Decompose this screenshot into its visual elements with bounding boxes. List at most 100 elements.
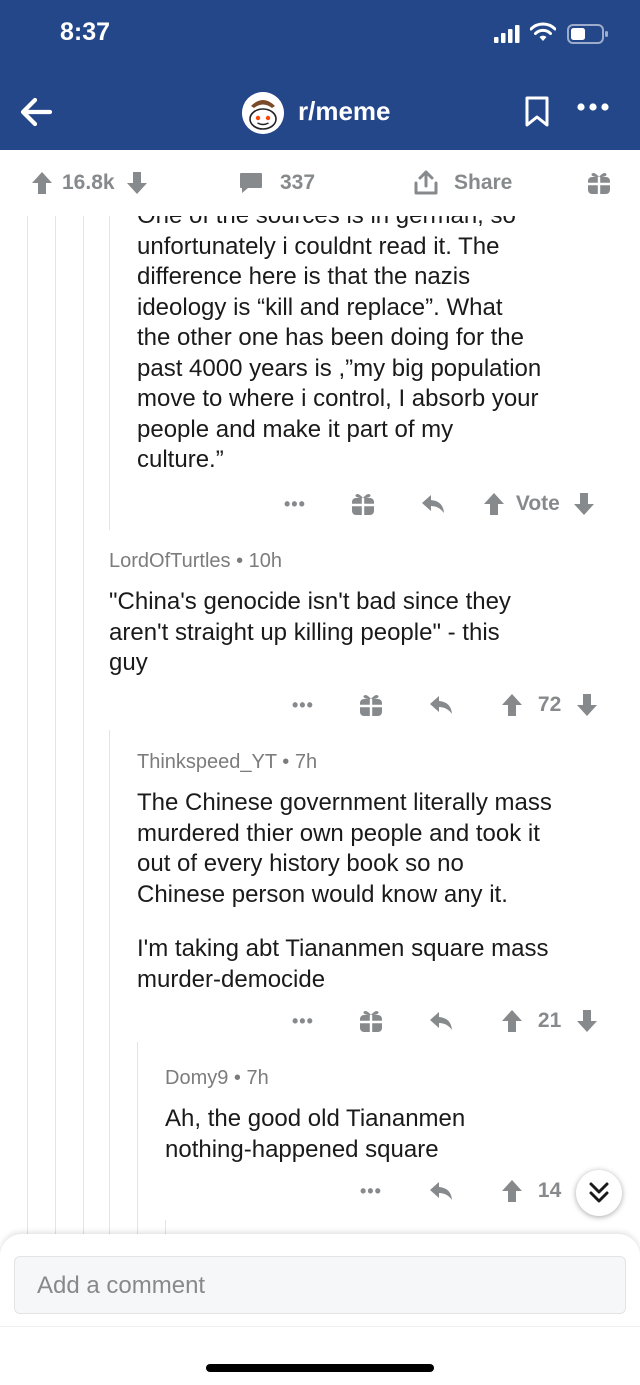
add-comment-placeholder: Add a comment	[37, 1272, 206, 1299]
cellular-signal-icon	[494, 25, 520, 43]
gift-icon[interactable]	[350, 491, 376, 517]
comment-body: Ah, the good old Tiananmen nothing-happe…	[165, 1104, 625, 1165]
comment-line: unfortunately i couldnt read it. The	[137, 232, 500, 260]
comment-age: 7h	[294, 751, 318, 773]
award-button[interactable]	[586, 150, 612, 216]
arrow-up-icon[interactable]	[500, 692, 524, 718]
comment-line: move to where i control, I absorb your	[137, 385, 539, 412]
share-label: Share	[454, 171, 513, 194]
reply-icon[interactable]	[428, 694, 454, 716]
gift-icon	[588, 173, 610, 194]
thread-line[interactable]	[109, 216, 110, 530]
comment-age: 7h	[246, 1067, 269, 1089]
arrow-down-icon[interactable]	[572, 491, 596, 517]
comment-line: the other one has been doing for the	[137, 324, 524, 351]
meta-separator: •	[233, 1067, 247, 1089]
header: 8:37 r/meme	[0, 0, 640, 150]
comment-actions: ••• 72	[292, 685, 612, 725]
comment-line: murder-democide	[137, 965, 326, 993]
comment-author[interactable]: Thinkspeed_YT	[137, 751, 277, 773]
comment-composer: Add a comment	[0, 1234, 640, 1385]
divider	[0, 1326, 640, 1327]
thread-line[interactable]	[27, 216, 28, 1236]
comment-line: The Chinese government literally mass	[137, 789, 552, 816]
arrow-up-icon[interactable]	[500, 1178, 524, 1204]
reply-icon[interactable]	[428, 1010, 454, 1032]
comment-more-button[interactable]: •••	[284, 494, 306, 515]
post-action-bar: 16.8k 337 Share	[0, 150, 640, 216]
comment-line: past 4000 years is ,”my big population	[137, 354, 542, 382]
status-bar: 8:37	[0, 0, 640, 70]
speech-bubble-icon	[240, 173, 262, 193]
comment-line: people and make it part of my	[137, 415, 454, 443]
battery-icon	[567, 24, 608, 44]
thread-line[interactable]	[83, 216, 84, 1236]
comments-button[interactable]: 337	[238, 150, 315, 216]
comment-line: murdered thier own people and took it	[137, 819, 540, 847]
subreddit-avatar-icon	[242, 92, 284, 134]
comment-score: 21	[537, 1009, 562, 1032]
comment-body: The Chinese government literally mass mu…	[137, 788, 627, 995]
comment-score: 72	[537, 693, 562, 716]
comment-line: Chinese person would know any it.	[137, 880, 508, 908]
bookmark-icon[interactable]	[524, 96, 550, 128]
comment-score: Vote	[515, 492, 560, 515]
arrow-up-icon[interactable]	[482, 491, 506, 517]
arrow-up-icon[interactable]	[500, 1008, 524, 1034]
reply-icon[interactable]	[420, 493, 446, 515]
arrow-down-icon[interactable]	[125, 170, 149, 196]
comment-more-button[interactable]: •••	[360, 1181, 382, 1202]
comment-line: nothing-happened square	[165, 1135, 439, 1163]
thread-line[interactable]	[55, 216, 56, 1236]
comment-actions: ••• 21	[292, 1001, 612, 1041]
more-dots-icon[interactable]	[576, 102, 610, 112]
comment-line: culture.”	[137, 446, 224, 473]
post-score: 16.8k	[62, 171, 115, 194]
thread-line[interactable]	[137, 1042, 138, 1236]
comment-line: out of every history book so no	[137, 850, 464, 877]
comment-actions: ••• 14	[360, 1171, 580, 1211]
status-time: 8:37	[60, 18, 111, 46]
reply-icon[interactable]	[428, 1180, 454, 1202]
comment-count: 337	[280, 171, 316, 194]
home-indicator[interactable]	[206, 1364, 434, 1372]
subreddit-avatar[interactable]	[242, 92, 284, 134]
comment-actions: ••• Vote	[284, 484, 614, 524]
gift-icon[interactable]	[358, 692, 384, 718]
comment-body: One of the sources is in german, so unfo…	[137, 216, 627, 476]
comment-line: aren't straight up killing people" - thi…	[109, 618, 500, 646]
comment-meta: Thinkspeed_YT • 7h	[137, 751, 317, 774]
comment-list: One of the sources is in german, so unfo…	[0, 216, 640, 1236]
arrow-down-icon[interactable]	[575, 692, 599, 718]
comment-line: I'm taking abt Tiananmen square mass	[137, 935, 549, 962]
gift-icon[interactable]	[358, 1008, 384, 1034]
comment-body: "China's genocide isn't bad since they a…	[109, 587, 619, 679]
comment-author[interactable]: Domy9	[165, 1067, 228, 1089]
next-comment-button[interactable]	[576, 1170, 622, 1216]
comment-line: "China's genocide isn't bad since they	[109, 588, 511, 615]
comment-line: One of the sources is in german, so	[137, 216, 627, 232]
wifi-icon	[530, 22, 556, 41]
comment-author[interactable]: LordOfTurtles	[109, 550, 231, 572]
meta-separator: •	[282, 751, 295, 773]
double-chevron-down-icon	[589, 1182, 609, 1203]
comment-more-button[interactable]: •••	[292, 1011, 314, 1032]
comment-line: difference here is that the nazis	[137, 263, 471, 290]
comment-meta: Domy9 • 7h	[165, 1067, 269, 1090]
comment-line: ideology is “kill and replace”. What	[137, 293, 503, 321]
nav-bar: r/meme	[0, 78, 640, 150]
thread-line[interactable]	[109, 730, 110, 1236]
app-root: 8:37 r/meme 16.8k 337 Share unfortunatel…	[0, 0, 640, 1385]
post-vote-group: 16.8k	[30, 150, 149, 216]
arrow-up-icon[interactable]	[30, 170, 54, 196]
share-icon	[414, 170, 438, 195]
add-comment-input[interactable]: Add a comment	[14, 1256, 626, 1314]
share-button[interactable]: Share	[412, 150, 512, 216]
comment-line: guy	[109, 649, 148, 676]
arrow-left-icon[interactable]	[18, 94, 54, 130]
comment-score: 14	[537, 1179, 562, 1202]
comment-more-button[interactable]: •••	[292, 695, 314, 716]
arrow-down-icon[interactable]	[575, 1008, 599, 1034]
subreddit-name[interactable]: r/meme	[298, 96, 391, 127]
